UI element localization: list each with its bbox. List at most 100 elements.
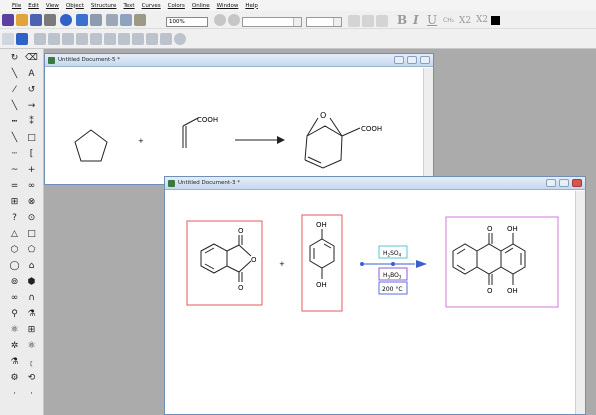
menu-edit[interactable]: Edit [28,3,39,9]
cycloheptane-icon[interactable]: ∩ [24,293,39,303]
menu-window[interactable]: Window [217,3,239,9]
color-swatch-icon[interactable] [491,16,500,25]
menu-object[interactable]: Object [66,3,84,9]
lasso-icon[interactable] [2,33,14,45]
superscript-button[interactable]: X2 [476,15,488,25]
rectangle-tool-icon[interactable]: □ [24,133,39,143]
document-window-3[interactable]: Untitled Document-3 * O O O + OH OH H2SO… [164,176,586,415]
eraser-icon[interactable]: ⌫ [24,53,39,63]
save-icon[interactable] [30,14,42,26]
undo-icon[interactable] [76,14,88,26]
square-icon[interactable]: □ [24,229,39,239]
maximize-button[interactable] [559,179,569,187]
structure-to-name-icon[interactable] [146,33,158,45]
dna-icon[interactable]: ⚗ [24,309,39,319]
zoom-select[interactable]: 100% [166,17,208,27]
text-tool-icon[interactable]: A [24,69,39,79]
print-icon[interactable] [44,14,56,26]
charge-tool-icon[interactable]: + [24,165,39,175]
new-document-icon[interactable] [2,14,14,26]
query-tool-icon[interactable]: ? [7,213,22,223]
search-structure-icon[interactable] [174,33,186,45]
chemical-symbols-icon[interactable]: ⊗ [24,197,39,207]
menu-view[interactable]: View [46,3,59,9]
single-bond-icon[interactable]: ╲ [7,69,22,79]
dashed-bond-icon[interactable]: ┅ [7,117,22,127]
menu-online[interactable]: Online [192,3,210,9]
lasso-tool-icon[interactable]: ↺ [24,85,39,95]
menu-structure[interactable]: Structure [91,3,117,9]
copy-icon[interactable] [120,14,132,26]
molecule-icon[interactable]: ✲ [7,341,22,351]
font-select[interactable] [242,17,302,27]
chain-tool-icon[interactable]: ⁄ [7,85,22,95]
vertical-scrollbar[interactable] [575,191,585,414]
triangle-icon[interactable]: △ [7,229,22,239]
paste-icon[interactable] [134,14,146,26]
octagon-icon[interactable]: ⬢ [24,277,39,287]
window-titlebar[interactable]: Untitled Document-3 * [165,177,585,190]
orbital-icon[interactable]: ∞ [24,181,39,191]
amino-acid-icon[interactable]: ⚛ [7,325,22,335]
ring-template-icon[interactable]: ∞ [7,293,22,303]
close-button[interactable] [572,179,582,187]
reaction-canvas-5[interactable]: + COOH O COOH [45,68,423,186]
rotate-icon[interactable] [104,33,116,45]
align-objects-icon[interactable] [90,33,102,45]
cycle-icon[interactable]: · [24,389,39,399]
flip-horizontal-icon[interactable] [62,33,74,45]
align-center-icon[interactable] [362,15,374,27]
name-to-structure-icon[interactable] [160,33,172,45]
window-titlebar[interactable]: Untitled Document-5 * [45,54,433,67]
document-window-5[interactable]: Untitled Document-5 * + COOH O COOH [44,53,434,185]
maximize-button[interactable] [407,56,417,64]
atom-icon[interactable]: ﹝ [24,357,39,369]
vertical-scrollbar[interactable] [423,68,433,184]
benzene-icon[interactable]: ◯ [7,261,22,271]
minimize-button[interactable] [394,56,404,64]
template-grid-icon[interactable]: ⚛ [24,341,39,351]
close-button[interactable] [420,56,430,64]
help-icon[interactable] [60,14,72,26]
align-left-icon[interactable] [348,15,360,27]
flip-vertical-icon[interactable] [76,33,88,45]
bracket-tool-icon[interactable]: [ [24,149,39,159]
group-icon[interactable] [34,33,46,45]
reaction-canvas-3[interactable]: O O O + OH OH H2SO4 H3BO3 200 °C O O OH … [165,191,575,415]
pentagon-icon[interactable]: ⬠ [24,245,39,255]
gear-template-icon[interactable]: · [7,389,22,399]
zoom-out-icon[interactable] [228,14,240,26]
arrow-tool-icon[interactable]: → [24,101,39,111]
chemical-formula-icon[interactable]: CH₂ [443,17,454,24]
open-folder-icon[interactable] [16,14,28,26]
menu-file[interactable]: File [12,3,21,9]
ungroup-icon[interactable] [48,33,60,45]
rotate-icon[interactable]: ↻ [7,53,22,63]
wavy-bond-icon[interactable]: ~ [7,165,22,175]
lab-equipment-icon[interactable]: ⚙ [7,373,22,383]
zoom-in-icon[interactable] [214,14,226,26]
table-tool-icon[interactable]: ⊞ [7,197,22,207]
hexagon-icon[interactable]: ⬡ [7,245,22,255]
double-bond-icon[interactable]: = [7,181,22,191]
bold-button[interactable]: B [397,13,407,27]
menu-help[interactable]: Help [245,3,258,9]
hash-bond-icon[interactable]: ┄ [7,149,22,159]
bracket-pair-icon[interactable]: ⟲ [24,373,39,383]
flask-icon[interactable]: ⊞ [24,325,39,335]
menu-colors[interactable]: Colors [168,3,185,9]
marquee-icon[interactable] [16,33,28,45]
atom-map-icon[interactable]: ⁑ [24,117,39,127]
minimize-button[interactable] [546,179,556,187]
wedge-bond-icon[interactable]: ╲ [7,101,22,111]
clean-structure-icon[interactable] [118,33,130,45]
subscript-button[interactable]: X2 [459,16,471,26]
redo-icon[interactable] [90,14,102,26]
align-right-icon[interactable] [376,15,388,27]
font-size-select[interactable] [306,17,342,27]
template-icon[interactable]: ⊙ [24,213,39,223]
orbital-lobe-icon[interactable]: ⚲ [7,309,22,319]
cut-icon[interactable] [106,14,118,26]
menu-curves[interactable]: Curves [142,3,161,9]
biology-icon[interactable]: ⚗ [7,357,22,367]
